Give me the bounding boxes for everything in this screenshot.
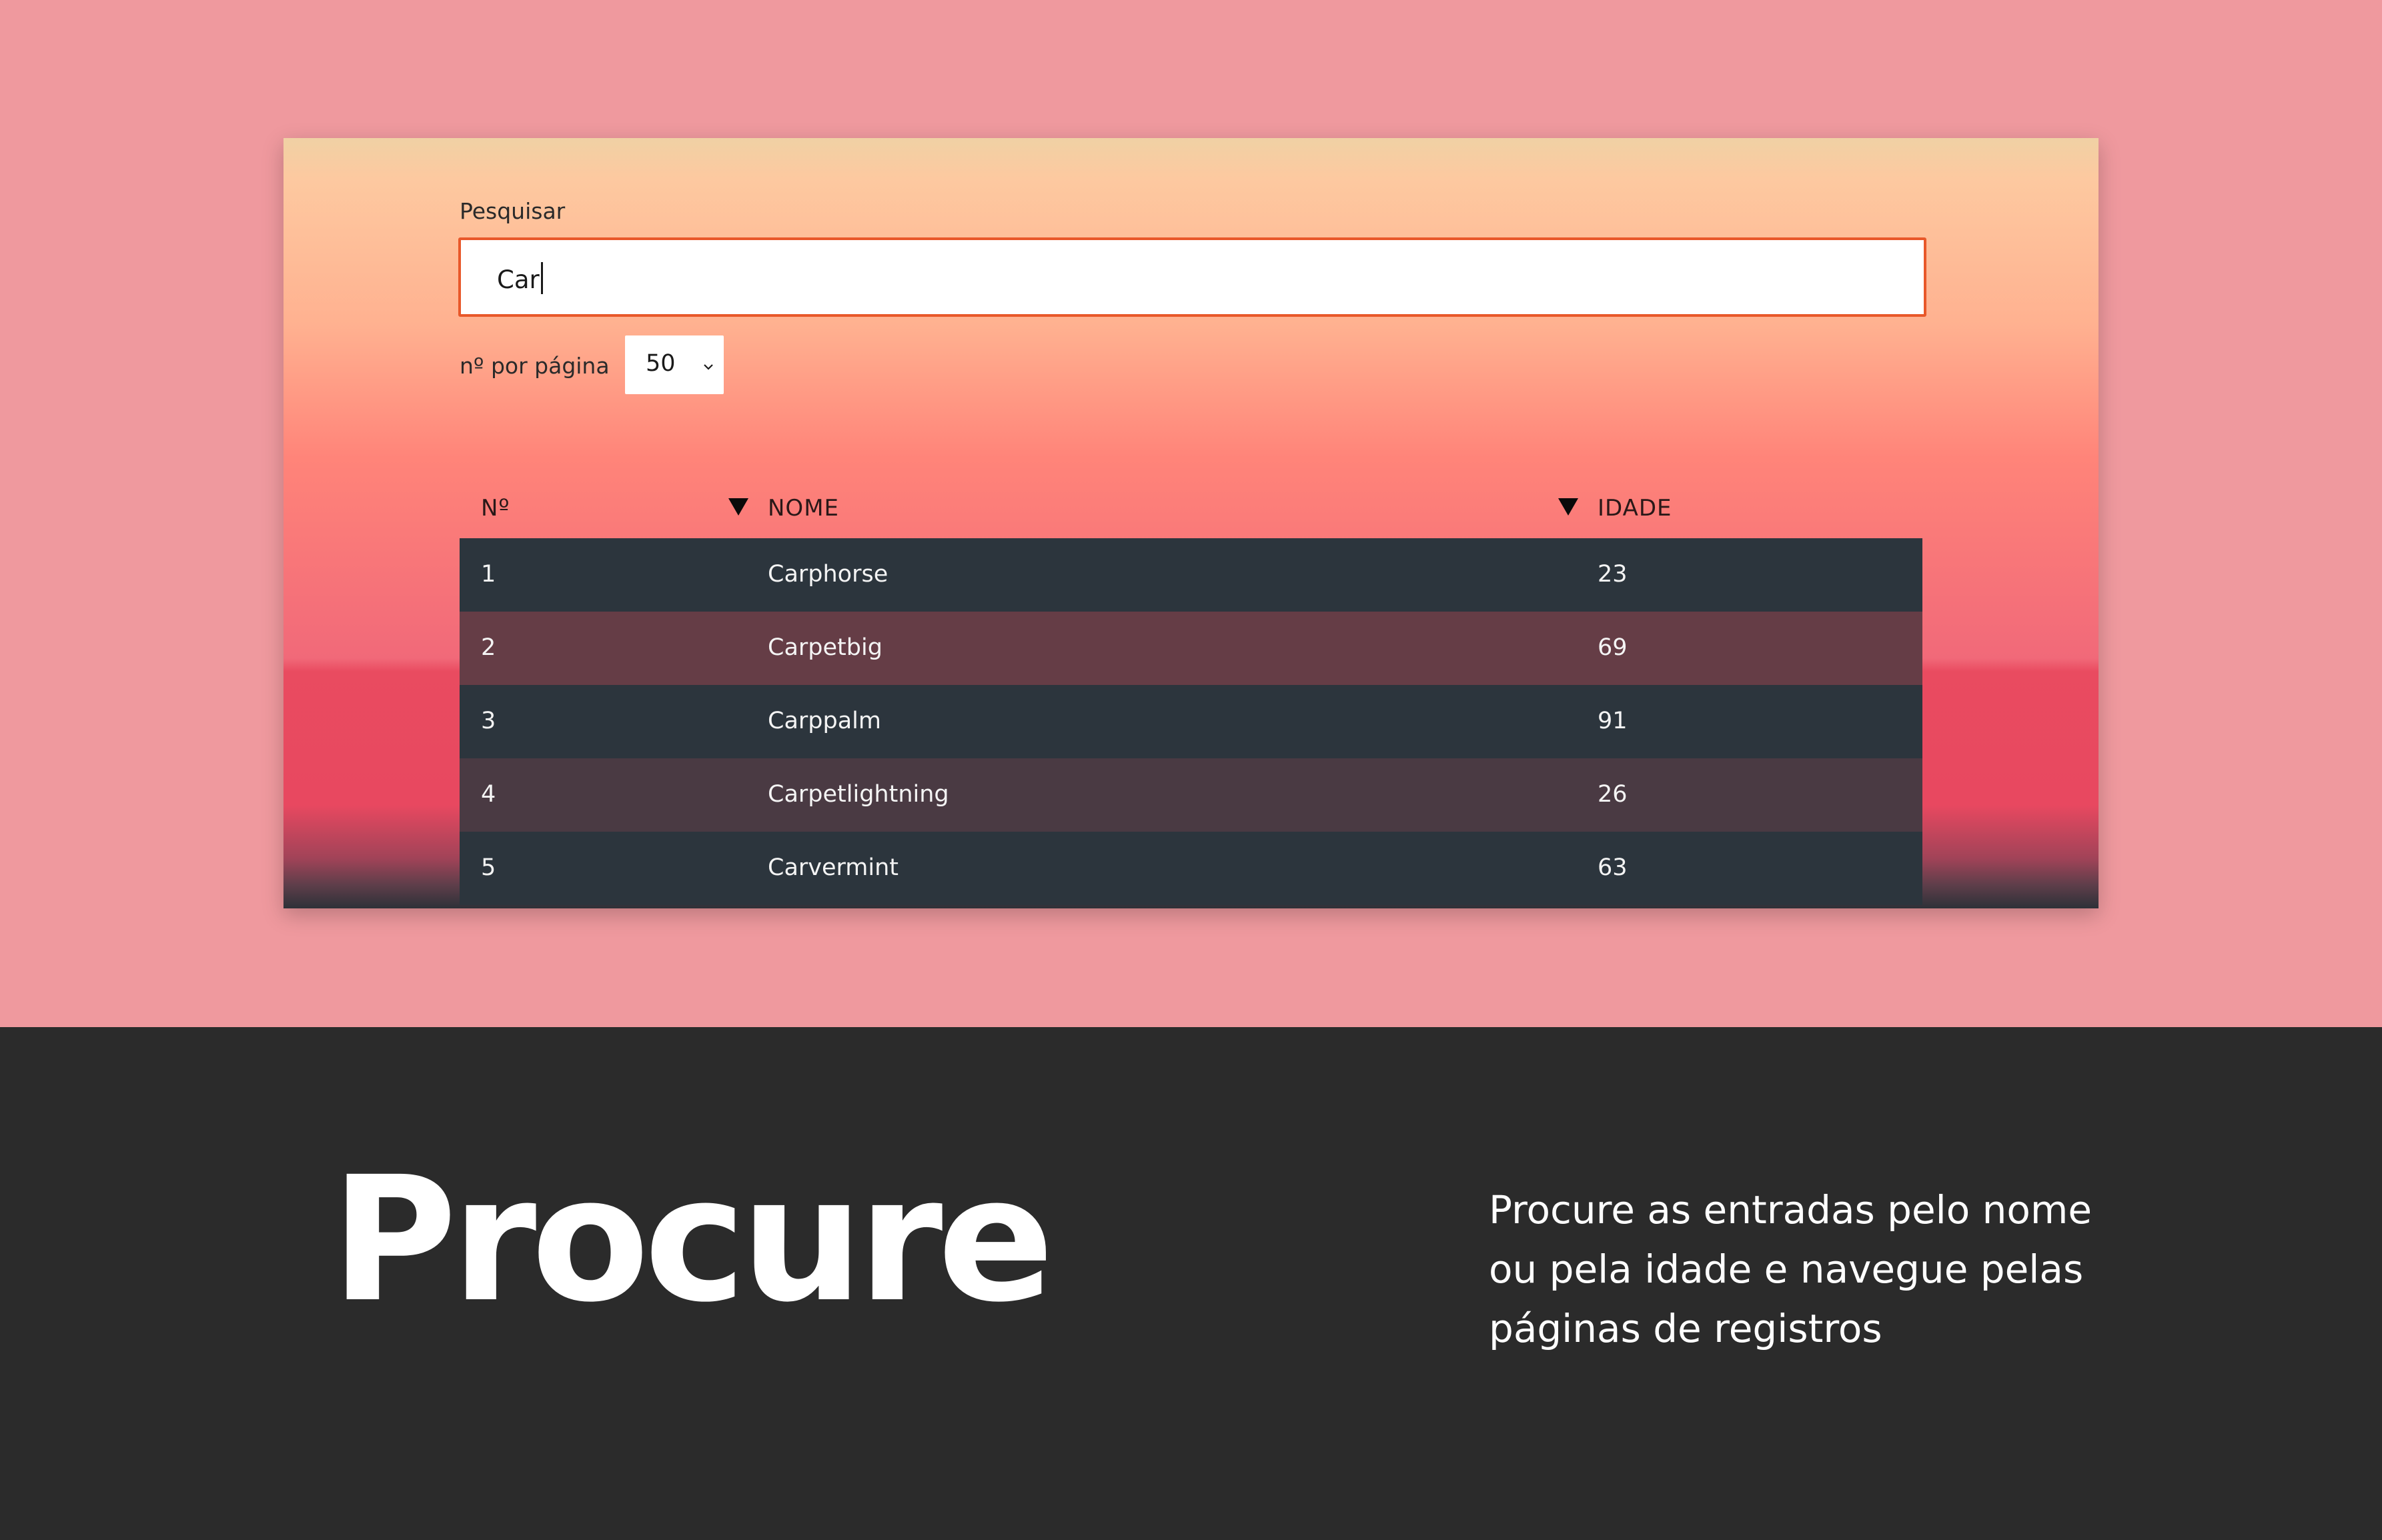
cell-age: 91 xyxy=(1598,708,1628,734)
table-row[interactable]: 5 Carvermint 63 xyxy=(460,832,1922,905)
cell-number: 3 xyxy=(481,708,496,734)
cell-age: 23 xyxy=(1598,561,1628,588)
column-header-age[interactable]: IDADE xyxy=(1598,495,1672,522)
cell-number: 1 xyxy=(481,561,496,588)
table-header: Nº NOME IDADE xyxy=(460,482,1922,545)
description-line: ou pela idade e navegue pelas xyxy=(1489,1247,2084,1292)
cell-name: Carpetbig xyxy=(768,634,882,661)
per-page-value: 50 xyxy=(646,350,676,377)
search-input-value: Car xyxy=(497,262,543,294)
search-input[interactable]: Car xyxy=(458,237,1926,317)
column-header-number[interactable]: Nº xyxy=(481,495,510,522)
cell-age: 26 xyxy=(1598,781,1628,808)
cell-number: 2 xyxy=(481,634,496,661)
cell-age: 63 xyxy=(1598,854,1628,881)
promo-description: Procure as entradas pelo nome ou pela id… xyxy=(1489,1181,2156,1359)
table-row[interactable]: 3 Carppalm 91 xyxy=(460,685,1922,758)
cell-name: Carpetlightning xyxy=(768,781,949,808)
table-row[interactable]: 2 Carpetbig 69 xyxy=(460,612,1922,685)
sort-down-icon[interactable] xyxy=(728,498,748,516)
per-page-select[interactable]: 50 xyxy=(625,335,724,394)
sort-down-icon[interactable] xyxy=(1558,498,1578,516)
per-page-label: nº por página xyxy=(460,353,610,379)
table-row[interactable]: 1 Carphorse 23 xyxy=(460,538,1922,612)
cell-name: Carphorse xyxy=(768,561,888,588)
cell-age: 69 xyxy=(1598,634,1628,661)
cell-number: 4 xyxy=(481,781,496,808)
chevron-down-icon xyxy=(704,364,713,370)
cell-number: 5 xyxy=(481,854,496,881)
column-header-name[interactable]: NOME xyxy=(768,495,839,522)
cell-name: Carvermint xyxy=(768,854,899,881)
table-body: 1 Carphorse 23 2 Carpetbig 69 3 Carppalm… xyxy=(460,538,1922,905)
text-cursor xyxy=(540,262,543,294)
table-row[interactable]: 4 Carpetlightning 26 xyxy=(460,758,1922,832)
description-line: Procure as entradas pelo nome xyxy=(1489,1187,2093,1233)
promo-headline: Procure xyxy=(331,1140,1054,1340)
showcase-background: Pesquisar Car nº por página 50 Nº NOME I… xyxy=(0,0,2382,1027)
search-label: Pesquisar xyxy=(460,198,566,224)
cell-name: Carppalm xyxy=(768,708,881,734)
description-line: páginas de registros xyxy=(1489,1306,1882,1351)
app-window: Pesquisar Car nº por página 50 Nº NOME I… xyxy=(283,138,2099,908)
